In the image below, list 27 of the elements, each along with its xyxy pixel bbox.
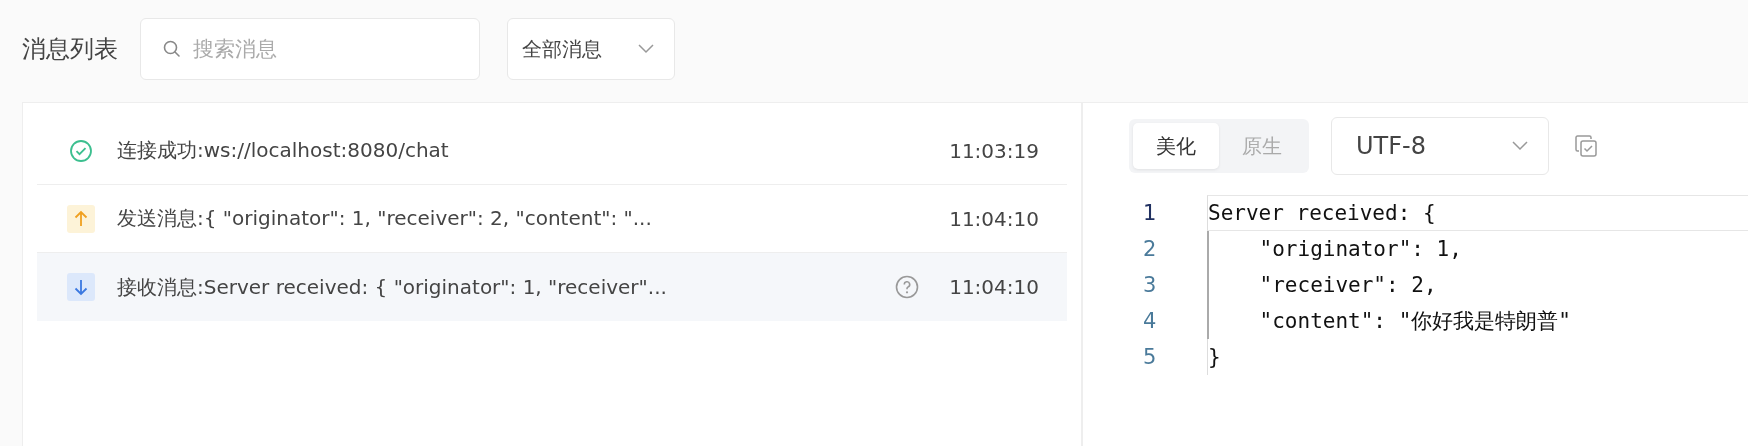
view-tab[interactable]: 美化 <box>1133 123 1219 169</box>
code-line: Server received: { <box>1208 201 1436 225</box>
message-row[interactable]: 连接成功:ws://localhost:8080/chat 11:03:19 <box>37 117 1067 185</box>
code-line: "originator": 1, <box>1258 237 1462 261</box>
message-time: 11:03:19 <box>949 138 1039 163</box>
line-number: 5 <box>1142 344 1158 371</box>
message-text: 连接成功:ws://localhost:8080/chat <box>117 137 450 164</box>
message-time: 11:04:10 <box>949 206 1039 231</box>
filter-dropdown[interactable]: 全部消息 <box>507 18 675 80</box>
message-time: 11:04:10 <box>949 275 1039 299</box>
line-number: 3 <box>1142 272 1158 299</box>
message-text: 发送消息:{ "originator": 1, "receiver": 2, "content": "... <box>117 205 653 232</box>
code-line: } <box>1208 345 1221 369</box>
message-text: 接收消息:Server received: { "originator": 1, "receiver"... <box>117 273 668 301</box>
search-field[interactable]: 搜索消息 <box>140 18 480 80</box>
chevron-icon <box>638 44 654 54</box>
line-number: 4 <box>1142 308 1158 335</box>
line-number: 2 <box>1142 236 1158 263</box>
code-line: "content": "你好我是特朗普" <box>1258 308 1571 335</box>
copy-icon[interactable] <box>1573 133 1599 159</box>
help-icon[interactable] <box>895 275 920 299</box>
chevron-icon <box>1512 141 1528 151</box>
page-title: 消息列表 <box>22 34 118 65</box>
encoding-dropdown[interactable]: UTF-8 <box>1331 117 1549 175</box>
line-number: 1 <box>1142 200 1158 227</box>
message-row[interactable]: 接收消息:Server received: { "originator": 1, "receiver"... 11:04:10 <box>37 253 1067 321</box>
code-line: "receiver": 2, <box>1258 273 1437 297</box>
